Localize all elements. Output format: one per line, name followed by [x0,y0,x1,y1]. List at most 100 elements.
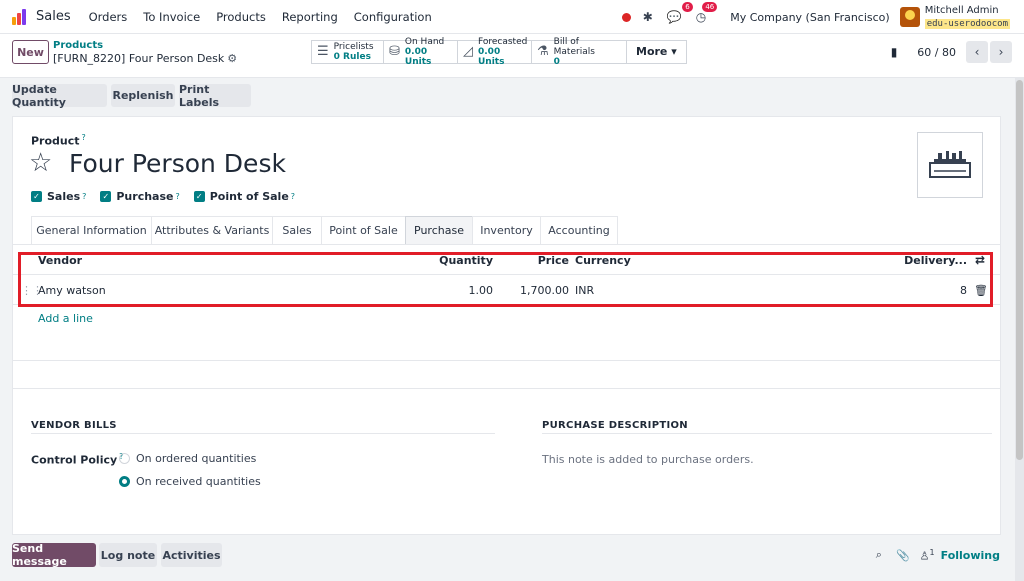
print-labels-button[interactable]: Print Labels [179,83,251,109]
radio-off-icon [119,453,130,464]
control-policy-text: Control Policy [31,453,118,467]
product-name-field[interactable]: Four Person Desk [69,149,286,179]
tab-purchase[interactable]: Purchase [405,216,473,244]
search-icon[interactable]: ⌕ [876,548,882,562]
menu-orders[interactable]: Orders [89,10,128,24]
check-icon: ✓ [31,191,42,202]
product-options: ✓ Sales? ✓ Purchase? ✓ Point of Sale? [31,190,309,203]
purchase-description-divider [542,433,992,434]
gear-icon[interactable]: ⚙ [227,52,237,65]
new-button[interactable]: New [12,40,49,64]
update-quantity-button[interactable]: Update Quantity [12,83,107,109]
forecasted-label: Forecasted [478,37,528,47]
tab-accounting[interactable]: Accounting [540,216,618,244]
avatar[interactable] [899,7,920,27]
top-navbar: Sales Orders To Invoice Products Reporti… [0,0,1024,34]
replenish-button[interactable]: Replenish [111,84,175,107]
purchase-description-field[interactable]: This note is added to purchase orders. [542,453,754,466]
pager: ▮ 60 / 80 ‹ › [891,40,1012,64]
pricelists-label: Pricelists [333,42,374,52]
following-button[interactable]: Following [941,549,1000,562]
sales-help[interactable]: ? [82,192,86,201]
log-note-button[interactable]: Log note [99,543,157,567]
paperclip-icon[interactable]: 📎 [896,549,910,562]
app-name[interactable]: Sales [36,9,71,24]
bill-of-materials-button[interactable]: ⚗ Bill of Materials 0 [531,37,627,67]
on-hand-button[interactable]: ⛁ On Hand 0.00 Units [383,37,458,67]
pager-previous-button[interactable]: ‹ [966,41,988,63]
bug-icon[interactable]: ✱ [643,10,653,24]
activities-badge: 46 [702,2,718,12]
bom-label: Bill of Materials [553,37,595,57]
messages-icon[interactable]: 💬 6 [667,2,693,24]
bom-value: 0 [553,57,560,67]
form-tabs: General Information Attributes & Variant… [31,216,618,244]
cubes-icon: ⛁ [389,44,400,59]
radio-received-quantities[interactable]: On received quantities [119,475,261,488]
pager-next-button[interactable]: › [990,41,1012,63]
scrollbar[interactable] [1015,78,1024,581]
menu-products[interactable]: Products [216,10,266,24]
company-switcher[interactable]: My Company (San Francisco) [730,11,889,24]
tab-inventory[interactable]: Inventory [472,216,541,244]
pos-check-label: Point of Sale [209,190,289,203]
messages-badge: 6 [682,2,693,12]
user-menu[interactable]: Mitchell Admin edu-userodoocom [924,5,1010,30]
record-indicator-icon[interactable] [621,12,631,22]
more-button[interactable]: More ▾ [626,40,687,64]
send-message-button[interactable]: Send message [12,542,96,568]
scrollbar-thumb[interactable] [1016,80,1023,460]
radio-on-icon [119,476,130,487]
sales-checkbox[interactable]: ✓ Sales? [31,190,86,203]
record-title: [FURN_8220] Four Person Desk [53,52,225,65]
bookmark-icon[interactable]: ▮ [891,45,898,59]
check-icon: ✓ [193,191,205,202]
pager-value[interactable]: 60 / 80 [917,46,956,59]
followers-icon[interactable]: ♙1 [920,548,935,563]
chatter-tools: ⌕ 📎 ♙1 Following [876,543,1000,567]
highlight-box [18,252,993,307]
breadcrumb-products-link[interactable]: Products [53,40,237,51]
product-label: Product? [31,133,86,148]
activities-clock-icon[interactable]: ◷ 46 [696,2,718,24]
sales-app-icon[interactable] [12,8,30,26]
breadcrumb-current: [FURN_8220] Four Person Desk ⚙ [53,52,237,65]
pricelists-button[interactable]: ☰ Pricelists 0 Rules [311,40,384,64]
smart-buttons: ☰ Pricelists 0 Rules ⛁ On Hand 0.00 Units … [311,37,687,67]
pos-help[interactable]: ? [291,192,295,201]
desk-image-icon [929,151,971,178]
list-icon: ☰ [317,44,329,59]
row-divider [13,360,1000,361]
tab-attributes-variants[interactable]: Attributes & Variants [151,216,273,244]
flask-icon: ⚗ [537,44,549,59]
purchase-check-label: Purchase [116,190,174,203]
chevron-right-icon: › [998,45,1004,59]
tab-sales[interactable]: Sales [272,216,322,244]
vendor-bills-divider [31,433,495,434]
purchase-checkbox[interactable]: ✓ Purchase? [100,190,180,203]
check-icon: ✓ [100,191,112,202]
menu-configuration[interactable]: Configuration [354,10,432,24]
tab-general-information[interactable]: General Information [31,216,152,244]
area-chart-icon: ◿ [463,44,473,59]
database-name: edu-userodoocom [924,18,1010,29]
pricelists-value: 0 Rules [333,52,371,62]
point-of-sale-checkbox[interactable]: ✓ Point of Sale? [193,190,295,203]
product-image[interactable] [917,132,983,198]
star-icon[interactable]: ☆ [29,148,52,178]
vendor-bills-title: VENDOR BILLS [31,420,117,431]
activities-button[interactable]: Activities [161,543,222,567]
followers-count: 1 [929,547,935,557]
menu-to-invoice[interactable]: To Invoice [143,10,200,24]
control-policy-label: Control Policy? [31,452,123,467]
forecasted-button[interactable]: ◿ Forecasted 0.00 Units [457,37,532,67]
forecasted-value: 0.00 Units [478,47,505,67]
radio-ordered-quantities[interactable]: On ordered quantities [119,452,256,465]
purchase-description-title: PURCHASE DESCRIPTION [542,420,688,431]
add-line-link[interactable]: Add a line [38,312,93,325]
tab-point-of-sale[interactable]: Point of Sale [321,216,406,244]
purchase-help[interactable]: ? [175,192,179,201]
menu-reporting[interactable]: Reporting [282,10,338,24]
product-help[interactable]: ? [82,133,86,142]
control-panel: New Products [FURN_8220] Four Person Des… [0,34,1024,78]
